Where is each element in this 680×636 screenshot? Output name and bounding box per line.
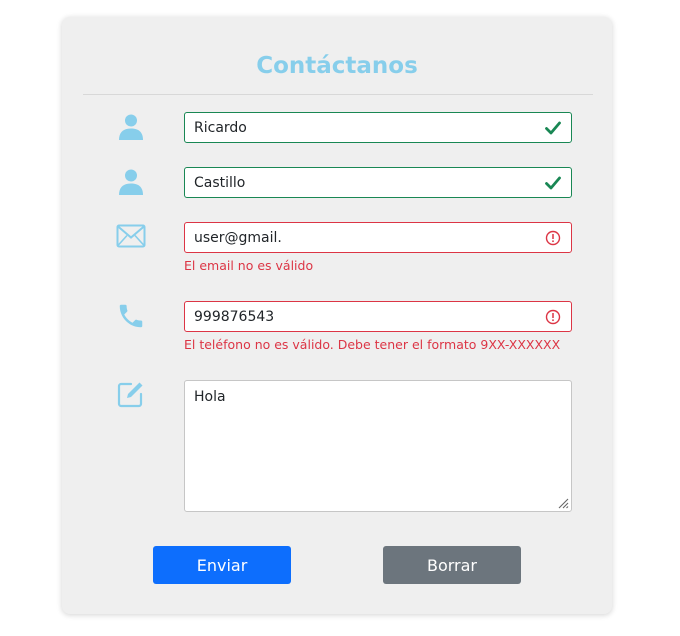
check-icon: [544, 119, 562, 137]
phone-error-message: El teléfono no es válido. Debe tener el …: [184, 337, 561, 352]
error-icon: [544, 308, 562, 326]
send-button[interactable]: Enviar: [153, 546, 291, 584]
clear-button[interactable]: Borrar: [383, 546, 521, 584]
first-name-value: Ricardo: [194, 119, 247, 136]
envelope-icon: [115, 220, 147, 252]
title-divider: [83, 94, 593, 95]
contact-form-card: Contáctanos Ricardo Castillo user@gmail.…: [62, 17, 612, 614]
resize-handle-icon[interactable]: [557, 497, 569, 509]
user-icon: [115, 166, 147, 198]
message-value: Hola: [194, 389, 226, 405]
last-name-value: Castillo: [194, 174, 246, 191]
email-input[interactable]: user@gmail.: [184, 222, 572, 253]
check-icon: [544, 174, 562, 192]
last-name-input[interactable]: Castillo: [184, 167, 572, 198]
email-error-message: El email no es válido: [184, 258, 314, 273]
first-name-input[interactable]: Ricardo: [184, 112, 572, 143]
user-icon: [115, 111, 147, 143]
message-textarea[interactable]: Hola: [184, 380, 572, 512]
pencil-square-icon: [115, 378, 147, 410]
phone-input[interactable]: 999876543: [184, 301, 572, 332]
error-icon: [544, 229, 562, 247]
phone-icon: [115, 300, 147, 332]
form-title: Contáctanos: [256, 53, 418, 79]
email-value: user@gmail.: [194, 229, 282, 246]
phone-value: 999876543: [194, 308, 275, 325]
